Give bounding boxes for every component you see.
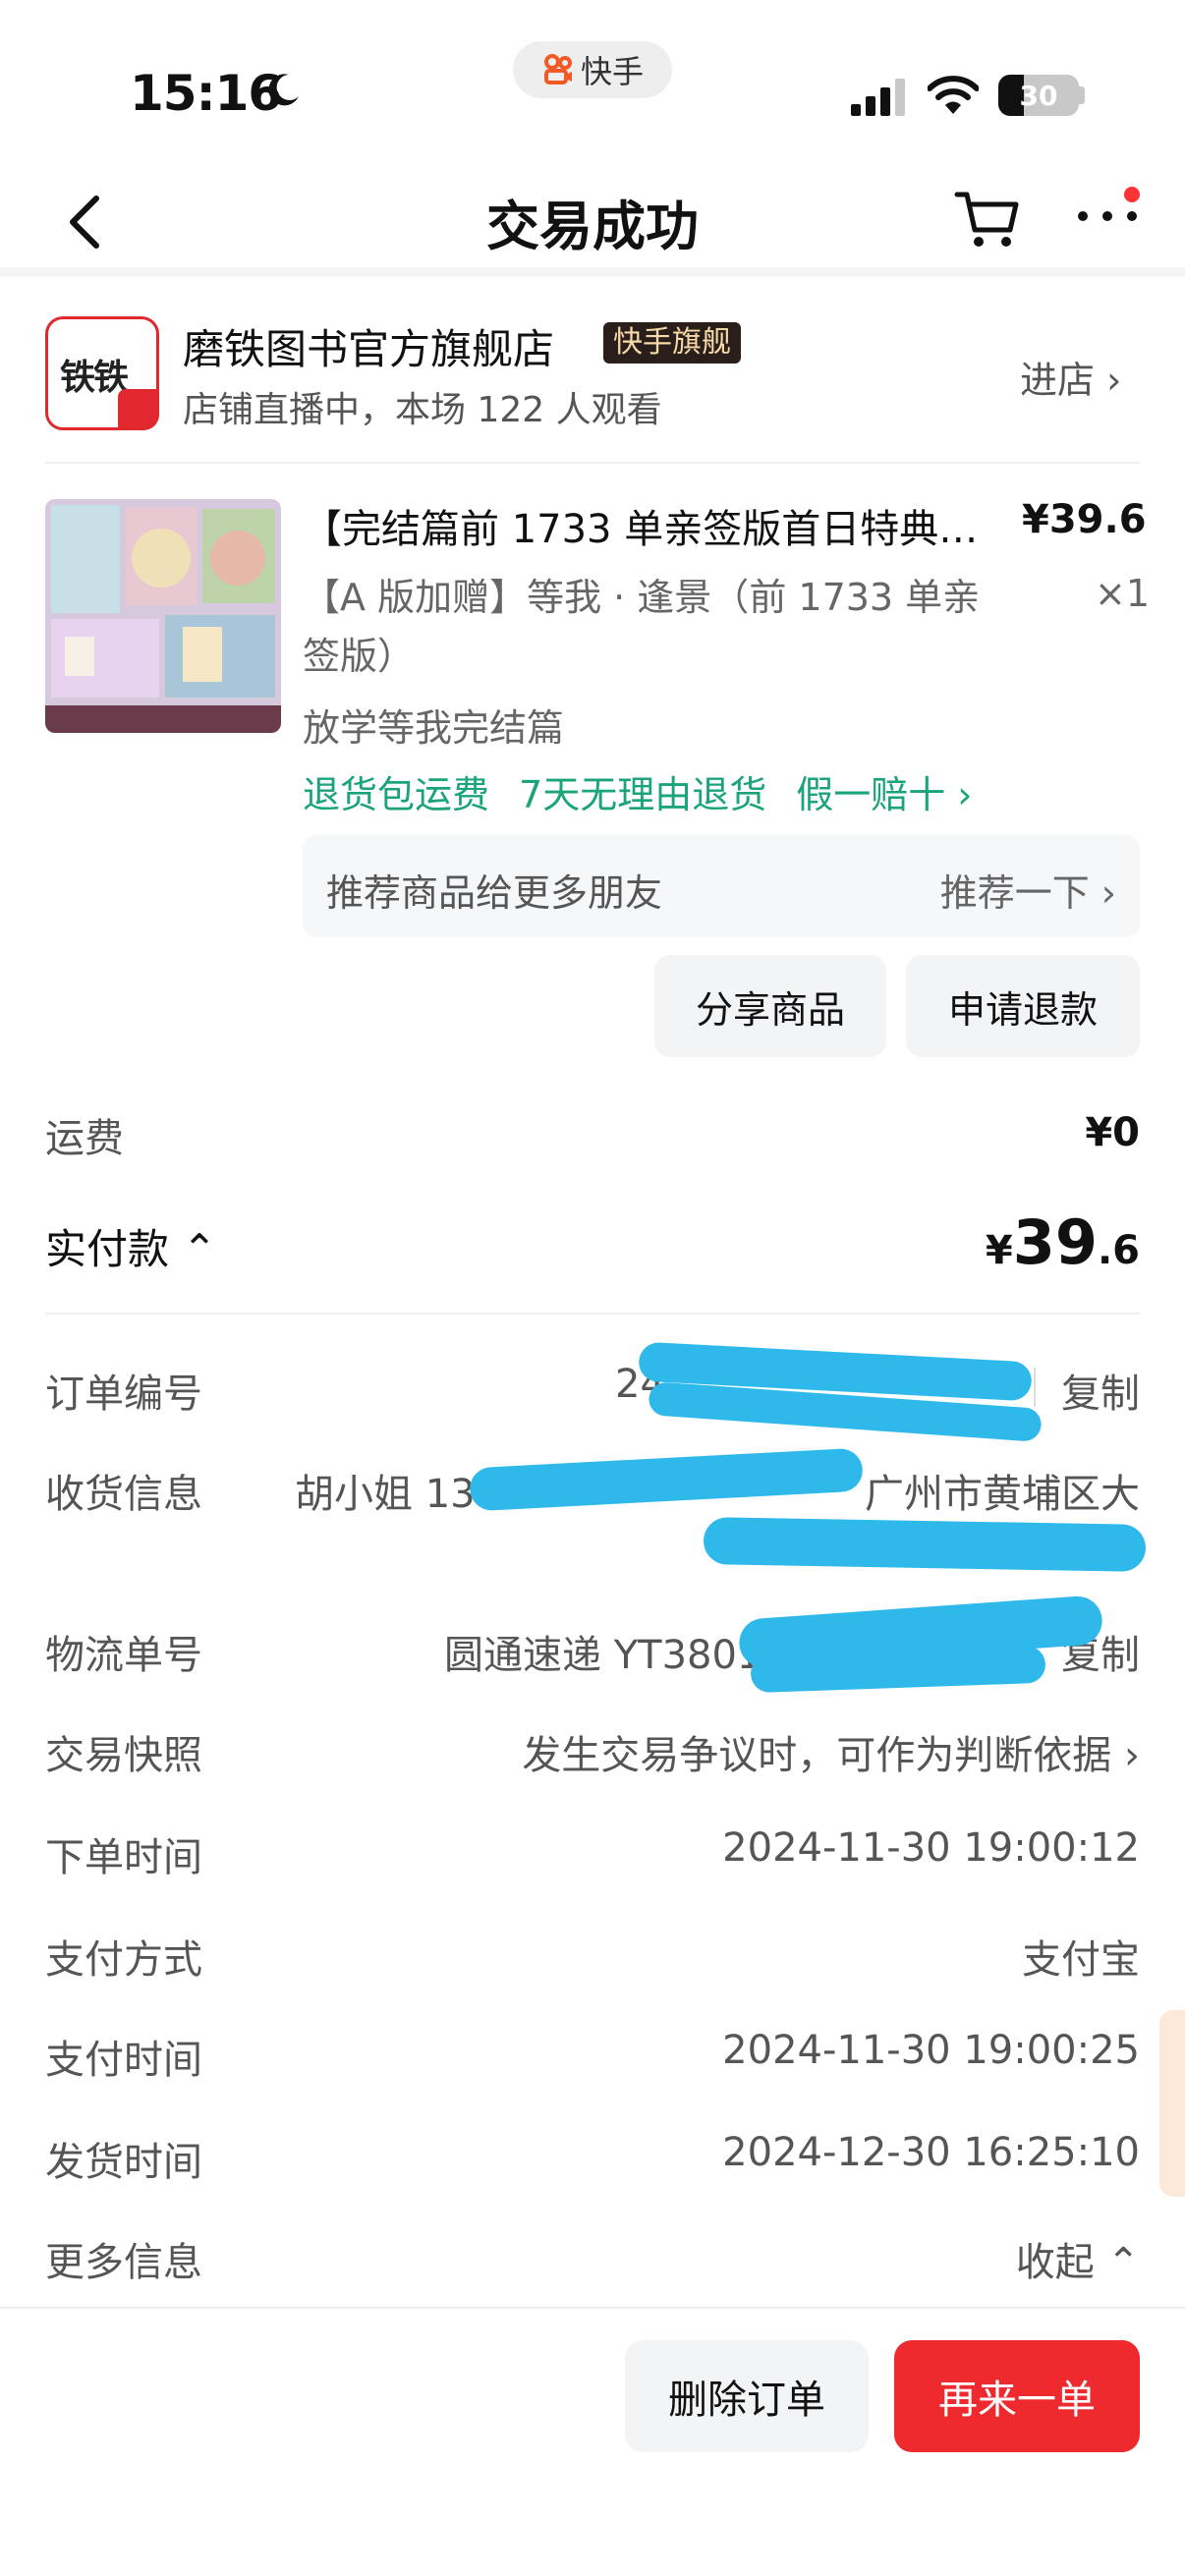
tag-authentic-guarantee: 假一赔十 › bbox=[796, 773, 973, 816]
enter-shop-link[interactable]: 进店 › bbox=[1020, 350, 1121, 404]
tracking-number-value: 圆通速递 YT3801 bbox=[444, 1633, 762, 1678]
shop-live-status: 店铺直播中，本场 122 人观看 bbox=[183, 390, 662, 430]
moon-icon bbox=[268, 74, 299, 106]
shop-logo[interactable]: 铁铁 bbox=[45, 316, 159, 430]
tag-return-shipping: 退货包运费 bbox=[303, 773, 490, 816]
tag-7day-return: 7天无理由退货 bbox=[519, 773, 767, 816]
app-pill[interactable]: 快手 bbox=[513, 41, 672, 98]
paid-currency: ¥ bbox=[985, 1228, 1013, 1273]
divider bbox=[1034, 1368, 1036, 1407]
payment-method-label: 支付方式 bbox=[45, 1937, 202, 1983]
kuaishou-icon bbox=[543, 54, 572, 84]
snapshot-label: 交易快照 bbox=[45, 1733, 202, 1778]
product-image[interactable] bbox=[45, 499, 281, 733]
battery-icon: 30 bbox=[998, 75, 1079, 116]
order-time-label: 下单时间 bbox=[45, 1835, 202, 1880]
redaction-scribble bbox=[703, 1517, 1147, 1572]
snapshot-link[interactable]: 发生交易争议时，可作为判断依据 › bbox=[522, 1723, 1140, 1780]
wifi-icon bbox=[928, 76, 979, 114]
shipping-label: 运费 bbox=[45, 1116, 124, 1161]
buy-again-button[interactable]: 再来一单 bbox=[894, 2340, 1140, 2452]
product-quantity: ×1 bbox=[1095, 572, 1151, 615]
battery-level: 30 bbox=[1019, 79, 1058, 112]
signal-icon bbox=[851, 79, 905, 116]
live-badge-icon bbox=[118, 389, 159, 430]
payment-method-value: 支付宝 bbox=[1022, 1937, 1140, 1983]
product-price: ¥39.6 bbox=[1022, 497, 1147, 542]
notification-dot bbox=[1124, 187, 1140, 202]
floating-widget[interactable] bbox=[1159, 2010, 1185, 2197]
ship-time-value: 2024-12-30 16:25:10 bbox=[722, 2130, 1140, 2175]
shipping-info-label: 收货信息 bbox=[45, 1472, 202, 1517]
divider bbox=[0, 267, 1185, 277]
divider bbox=[45, 462, 1140, 464]
cart-icon[interactable] bbox=[953, 187, 1022, 252]
share-product-button[interactable]: 分享商品 bbox=[654, 955, 886, 1057]
more-info-label: 更多信息 bbox=[45, 2240, 202, 2285]
divider bbox=[45, 1313, 1140, 1315]
shop-logo-text: 铁铁 bbox=[60, 358, 129, 398]
payment-time-label: 支付时间 bbox=[45, 2038, 202, 2083]
shipping-value: ¥0 bbox=[1085, 1110, 1140, 1155]
ship-time-label: 发货时间 bbox=[45, 2140, 202, 2185]
payment-time-value: 2024-11-30 19:00:25 bbox=[722, 2028, 1140, 2073]
battery-cap bbox=[1079, 86, 1085, 104]
paid-decimal: .6 bbox=[1097, 1228, 1140, 1273]
paid-integer: 39 bbox=[1012, 1206, 1098, 1278]
copy-order-number-button[interactable]: 复制 bbox=[1061, 1362, 1140, 1419]
service-tags[interactable]: 退货包运费 7天无理由退货 假一赔十 › bbox=[303, 764, 972, 818]
redaction-scribble bbox=[469, 1447, 864, 1512]
product-series: 放学等我完结篇 bbox=[303, 706, 565, 750]
product-title[interactable]: 【完结篇前 1733 单亲签版首日特典… bbox=[303, 497, 990, 554]
app-pill-label: 快手 bbox=[580, 53, 644, 90]
delete-order-button[interactable]: 删除订单 bbox=[625, 2340, 869, 2452]
recommend-text: 推荐商品给更多朋友 bbox=[326, 871, 663, 915]
shop-name[interactable]: 磨铁图书官方旗舰店 bbox=[183, 316, 554, 376]
recommend-link[interactable]: 推荐一下 › bbox=[940, 863, 1116, 917]
collapse-toggle[interactable]: 收起 ⌃ bbox=[1016, 2230, 1140, 2287]
paid-amount-toggle[interactable]: 实付款 ⌃ bbox=[45, 1216, 217, 1276]
request-refund-button[interactable]: 申请退款 bbox=[906, 955, 1140, 1057]
tracking-number-label: 物流单号 bbox=[45, 1633, 202, 1678]
order-time-value: 2024-11-30 19:00:12 bbox=[722, 1825, 1140, 1871]
recommend-bar[interactable]: 推荐商品给更多朋友 推荐一下 › bbox=[303, 835, 1140, 937]
order-number-label: 订单编号 bbox=[45, 1372, 202, 1417]
status-time: 15:16 bbox=[130, 65, 282, 122]
flagship-badge: 快手旗舰 bbox=[603, 322, 741, 364]
product-variant: 【A 版加赠】等我 · 逢景（前 1733 单亲签版） bbox=[303, 576, 981, 678]
shipping-info-address: 广州市黄埔区大 bbox=[865, 1472, 1140, 1517]
paid-amount: ¥39.6 bbox=[986, 1206, 1140, 1278]
divider bbox=[0, 2307, 1185, 2309]
